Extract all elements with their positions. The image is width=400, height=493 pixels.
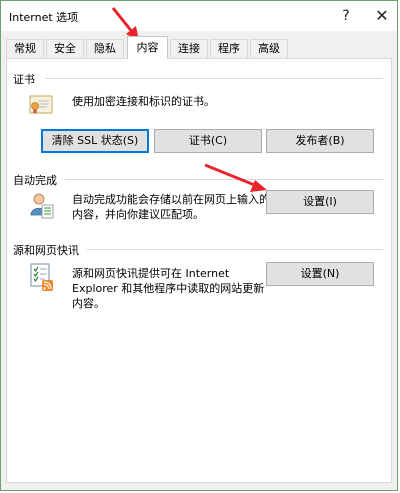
feeds-group-title: 源和网页快讯	[13, 244, 79, 257]
certificates-button[interactable]: 证书(C)	[154, 129, 262, 153]
autocomplete-description-line-2: 内容，并向你建议匹配项。	[72, 208, 204, 221]
clear-ssl-state-button[interactable]: 清除 SSL 状态(S)	[41, 129, 149, 153]
autocomplete-group-title: 自动完成	[13, 174, 57, 187]
certificates-description: 使用加密连接和标识的证书。	[72, 95, 215, 108]
annotation-arrow-to-settings-button	[204, 163, 267, 192]
tab-programs[interactable]: 程序	[210, 39, 248, 58]
content-tab-panel: 证书 使用加密连接和标识的证书。 清除 SSL 状态(S) 证书(C) 发布者(…	[6, 58, 392, 483]
tab-content[interactable]: 内容	[127, 36, 168, 59]
internet-options-dialog: Internet 选项 ? ✕ 常规 安全 隐私 内容 连接 程序 高级 证书 …	[0, 0, 398, 491]
tab-advanced[interactable]: 高级	[250, 39, 288, 58]
feeds-divider	[87, 249, 383, 250]
window-title: Internet 选项	[9, 11, 79, 24]
feeds-description-line-3: 内容。	[72, 297, 105, 310]
tab-general[interactable]: 常规	[6, 39, 44, 58]
feeds-rss-icon	[30, 263, 53, 291]
autocomplete-person-icon	[30, 193, 54, 219]
feeds-description-line-2: Explorer 和其他程序中读取的网站更新	[72, 282, 265, 295]
certificates-divider	[45, 78, 383, 79]
feeds-settings-button[interactable]: 设置(N)	[266, 262, 374, 286]
close-button[interactable]: ✕	[367, 5, 397, 27]
help-button[interactable]: ?	[331, 5, 361, 27]
autocomplete-settings-button[interactable]: 设置(I)	[266, 190, 374, 214]
certificates-group-title: 证书	[13, 73, 35, 86]
tab-connections[interactable]: 连接	[170, 39, 208, 58]
publishers-button[interactable]: 发布者(B)	[266, 129, 374, 153]
feeds-description-line-1: 源和网页快讯提供可在 Internet	[72, 267, 230, 280]
certificate-icon	[29, 95, 53, 114]
title-bar[interactable]: Internet 选项 ? ✕	[1, 1, 397, 31]
tab-security[interactable]: 安全	[46, 39, 84, 58]
